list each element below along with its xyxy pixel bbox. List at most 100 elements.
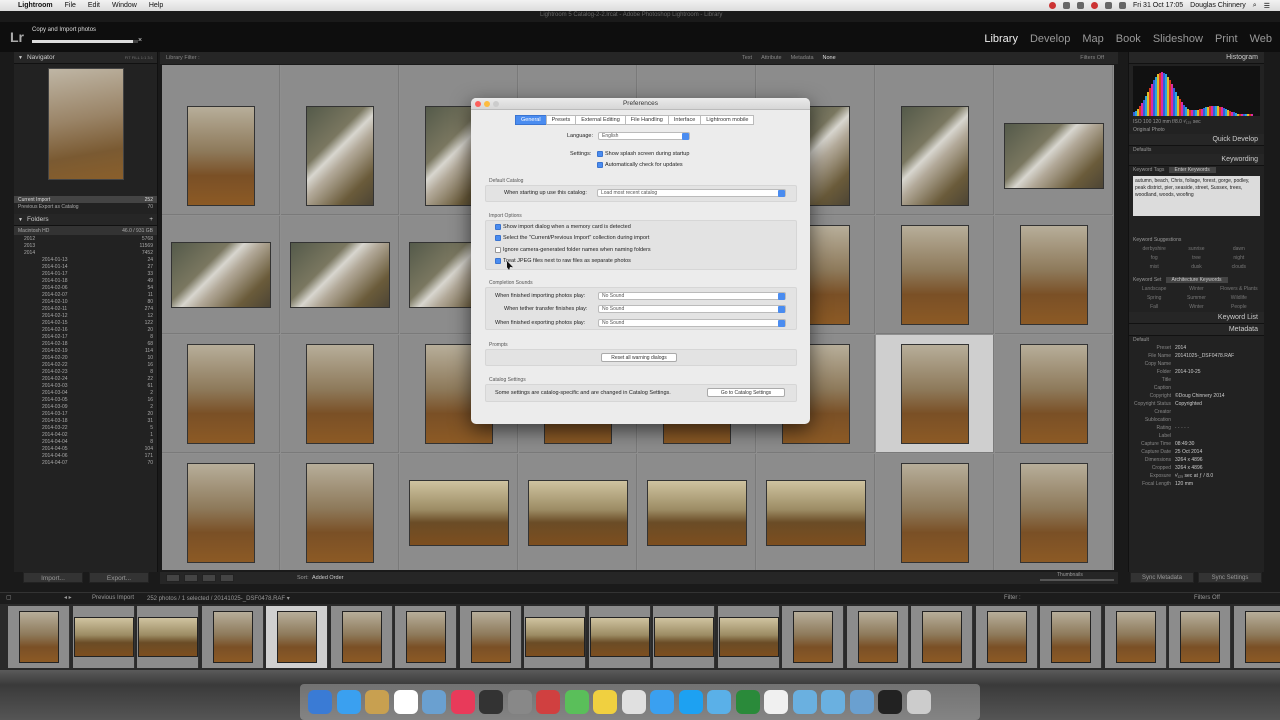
photo-thumbnail[interactable]	[306, 106, 374, 206]
folder-year-row[interactable]: 2013 11569	[14, 242, 157, 249]
go-to-catalog-settings-button[interactable]: Go to Catalog Settings	[707, 388, 785, 397]
photo-thumbnail[interactable]	[528, 480, 628, 546]
navigator-preview[interactable]	[47, 68, 124, 180]
photo-thumbnail[interactable]	[409, 480, 509, 546]
module-book[interactable]: Book	[1116, 33, 1141, 45]
screen-1-button[interactable]: ▢	[6, 594, 12, 601]
photo-thumbnail[interactable]	[766, 480, 866, 546]
grid-cell[interactable]	[519, 454, 637, 570]
keyword-suggestion[interactable]: mist	[1133, 264, 1175, 270]
filmstrip-thumbnail[interactable]	[922, 611, 962, 663]
dock-app-icon[interactable]	[906, 690, 931, 714]
keyword-suggestion[interactable]: clouds	[1218, 264, 1260, 270]
grid-cell[interactable]	[400, 454, 518, 570]
module-map[interactable]: Map	[1082, 33, 1103, 45]
dock-app-icon[interactable]	[365, 690, 389, 714]
keyword-set-item[interactable]: Flowers & Plants	[1218, 286, 1260, 292]
photo-thumbnail[interactable]	[306, 463, 374, 563]
import-sound-select[interactable]: No Sound	[598, 292, 786, 300]
user-name[interactable]: Douglas Chinnery	[1190, 2, 1246, 9]
export-button[interactable]: Export...	[89, 572, 149, 583]
filmstrip-thumbnail[interactable]	[589, 617, 650, 657]
grid-cell[interactable]	[995, 216, 1113, 334]
filters-off-toggle[interactable]: Filters Off	[1080, 55, 1104, 61]
filmstrip-cell[interactable]	[330, 606, 393, 668]
dock-app-icon[interactable]	[536, 690, 560, 714]
folder-day-row[interactable]: 2014-03-22 5	[14, 424, 157, 431]
filmstrip-filters-off[interactable]: Filters Off	[1194, 595, 1220, 601]
keyword-tags-dropdown[interactable]: Enter Keywords	[1168, 167, 1216, 173]
clock[interactable]: Fri 31 Oct 17:05	[1133, 2, 1183, 9]
folder-day-row[interactable]: 2014-01-13 24	[14, 256, 157, 263]
module-print[interactable]: Print	[1215, 33, 1238, 45]
dock-app-icon[interactable]	[308, 690, 332, 714]
grid-cell[interactable]	[281, 335, 399, 453]
dock-app-icon[interactable]	[621, 690, 646, 714]
dock-app-icon[interactable]	[707, 690, 731, 714]
folder-day-row[interactable]: 2014-03-09 2	[14, 403, 157, 410]
metadata-preset-dropdown[interactable]: Default	[1129, 336, 1264, 344]
tab-presets[interactable]: Presets	[545, 115, 577, 125]
show-splash-checkbox[interactable]	[597, 151, 603, 157]
list-icon[interactable]: ☰	[1264, 2, 1270, 10]
filmstrip-cell[interactable]	[266, 606, 328, 668]
photo-thumbnail[interactable]	[901, 225, 969, 325]
keyword-suggestion[interactable]: derbyshire	[1133, 246, 1175, 252]
metadata-value[interactable]: ©Doug Chinnery 2014	[1175, 393, 1225, 399]
keywording-header[interactable]: Keywording	[1129, 154, 1264, 166]
filter-tab-attribute[interactable]: Attribute	[761, 55, 781, 61]
grid-cell[interactable]	[281, 454, 399, 570]
metadata-value[interactable]: Copyrighted	[1175, 401, 1202, 407]
filmstrip-cell[interactable]	[1169, 606, 1231, 668]
folder-day-row[interactable]: 2014-02-11 274	[14, 305, 157, 312]
filmstrip-thumbnail[interactable]	[1180, 611, 1220, 663]
keyword-suggestion[interactable]: sunrise	[1175, 246, 1217, 252]
dock-app-icon[interactable]	[507, 690, 532, 714]
filmstrip-thumbnail[interactable]	[277, 611, 317, 663]
metadata-value[interactable]: ¹⁄₁₂₅ sec at ƒ / 8.0	[1175, 473, 1213, 479]
folder-year-row[interactable]: 2014 7452	[14, 249, 157, 256]
filmstrip-cell[interactable]	[201, 606, 264, 668]
filmstrip-thumbnail[interactable]	[857, 611, 898, 663]
status-icon-red[interactable]	[1048, 2, 1056, 9]
quick-develop-preset[interactable]: Defaults	[1129, 146, 1264, 154]
folder-day-row[interactable]: 2014-01-18 49	[14, 277, 157, 284]
filmstrip-cell[interactable]	[782, 606, 844, 668]
folder-year-row[interactable]: 2012 5768	[14, 235, 157, 242]
folder-day-row[interactable]: 2014-02-06 54	[14, 284, 157, 291]
filmstrip-cell[interactable]	[137, 606, 199, 668]
folder-day-row[interactable]: 2014-01-14 27	[14, 263, 157, 270]
volume-row[interactable]: Macintosh HD 46.0 / 931 GB	[14, 226, 157, 235]
folders-header[interactable]: ▼ Folders +	[14, 214, 157, 226]
photo-thumbnail[interactable]	[1004, 123, 1104, 189]
zoom-window-icon[interactable]	[493, 101, 499, 107]
module-web[interactable]: Web	[1250, 33, 1272, 45]
metadata-value[interactable]: 20141025-_DSF0478.RAF	[1175, 353, 1234, 359]
filmstrip-thumbnail[interactable]	[525, 617, 585, 657]
filmstrip-cell[interactable]	[975, 606, 1038, 668]
treat-jpeg-separate-checkbox[interactable]	[495, 258, 501, 264]
module-slideshow[interactable]: Slideshow	[1153, 33, 1203, 45]
folder-day-row[interactable]: 2014-03-17 20	[14, 410, 157, 417]
photo-thumbnail[interactable]	[901, 463, 969, 563]
folder-day-row[interactable]: 2014-02-10 80	[14, 298, 157, 305]
grid-cell[interactable]	[281, 216, 399, 334]
grid-cell[interactable]	[162, 454, 280, 570]
folder-day-row[interactable]: 2014-04-07 70	[14, 459, 157, 466]
filmstrip-thumbnail[interactable]	[470, 611, 511, 663]
filmstrip-cell[interactable]	[524, 606, 586, 668]
filmstrip-thumbnail[interactable]	[138, 617, 198, 657]
catalog-item-current-import[interactable]: Current Import 252	[14, 196, 157, 203]
filmstrip-source[interactable]: Previous Import	[92, 595, 134, 601]
metadata-value[interactable]: 08:49:30	[1175, 441, 1194, 447]
menu-edit[interactable]: Edit	[88, 2, 100, 9]
keyword-set-item[interactable]: Winter	[1175, 286, 1217, 292]
minimize-window-icon[interactable]	[484, 101, 490, 107]
tab-file-handling[interactable]: File Handling	[624, 115, 669, 125]
status-icon[interactable]	[1062, 2, 1070, 9]
grid-cell[interactable]	[162, 97, 280, 215]
keyword-set-item[interactable]: People	[1218, 304, 1260, 310]
metadata-value[interactable]: 3264 x 4896	[1175, 457, 1203, 463]
grid-cell[interactable]	[876, 454, 994, 570]
keyword-set-dropdown[interactable]: Architecture Keywords	[1165, 277, 1228, 283]
